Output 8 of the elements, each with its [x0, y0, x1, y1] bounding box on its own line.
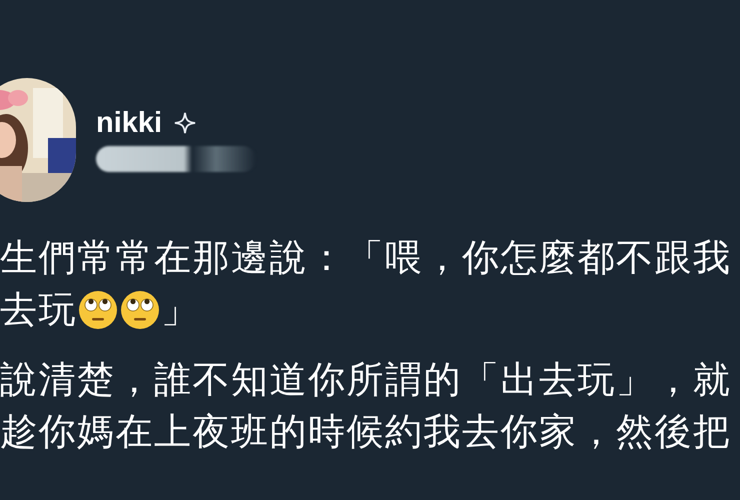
post-text: 趁你媽在上夜班的時候約我去你家，然後把: [0, 410, 732, 454]
author-name[interactable]: nikki: [96, 108, 162, 138]
eye-roll-emoji-icon: [78, 290, 118, 330]
post-text: 生們常常在那邊說：「喂，你怎麼都不跟我: [0, 236, 732, 280]
post-text: 去玩: [0, 288, 77, 332]
eye-roll-emoji-icon: [120, 290, 160, 330]
post-text: 說清楚，誰不知道你所謂的「出去玩」，就: [0, 358, 732, 402]
post-text: 」: [161, 288, 200, 332]
